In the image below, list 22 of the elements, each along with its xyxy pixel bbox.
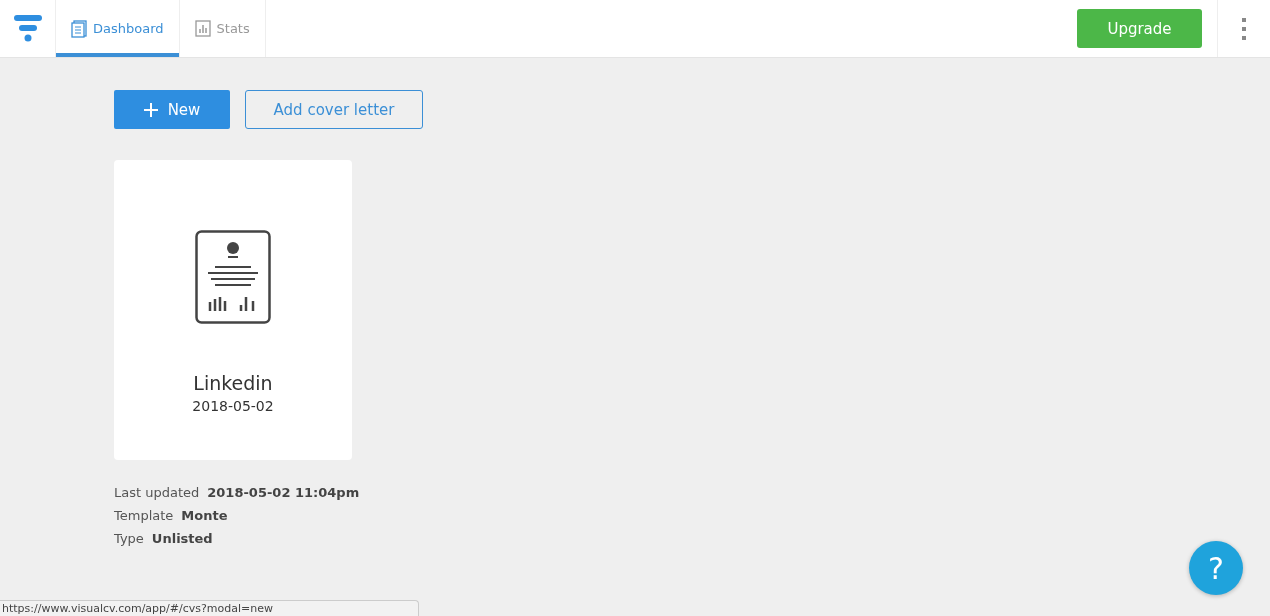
status-url: https://www.visualcv.com/app/#/cvs?modal=new (0, 600, 419, 616)
upgrade-button[interactable]: Upgrade (1077, 9, 1202, 48)
resume-icon (195, 230, 271, 324)
nav-tab[interactable]: Stats (179, 0, 266, 57)
help-button[interactable]: ? (1189, 541, 1243, 595)
detail-value: Unlisted (151, 530, 213, 548)
cv-name: Linkedin (193, 372, 273, 394)
document-icon (71, 19, 87, 38)
bar-chart-icon (194, 20, 211, 37)
detail-label: Type (114, 530, 144, 548)
detail-label: Last updated (114, 484, 200, 502)
cv-card[interactable]: Linkedin 2018-05-02 (114, 160, 352, 460)
detail-label: Template (114, 507, 174, 525)
cv-date: 2018-05-02 (192, 398, 274, 414)
logo-icon[interactable] (13, 15, 42, 42)
plus-icon (143, 102, 158, 117)
detail-value: 2018-05-02 11:04pm (207, 484, 360, 502)
nav-tab[interactable]: Dashboard (56, 0, 180, 57)
new-button[interactable]: New (114, 90, 230, 129)
more-menu-icon[interactable] (1242, 17, 1246, 40)
detail-value: Monte (181, 507, 228, 525)
add-cover-letter-button[interactable]: Add cover letter (245, 90, 423, 129)
